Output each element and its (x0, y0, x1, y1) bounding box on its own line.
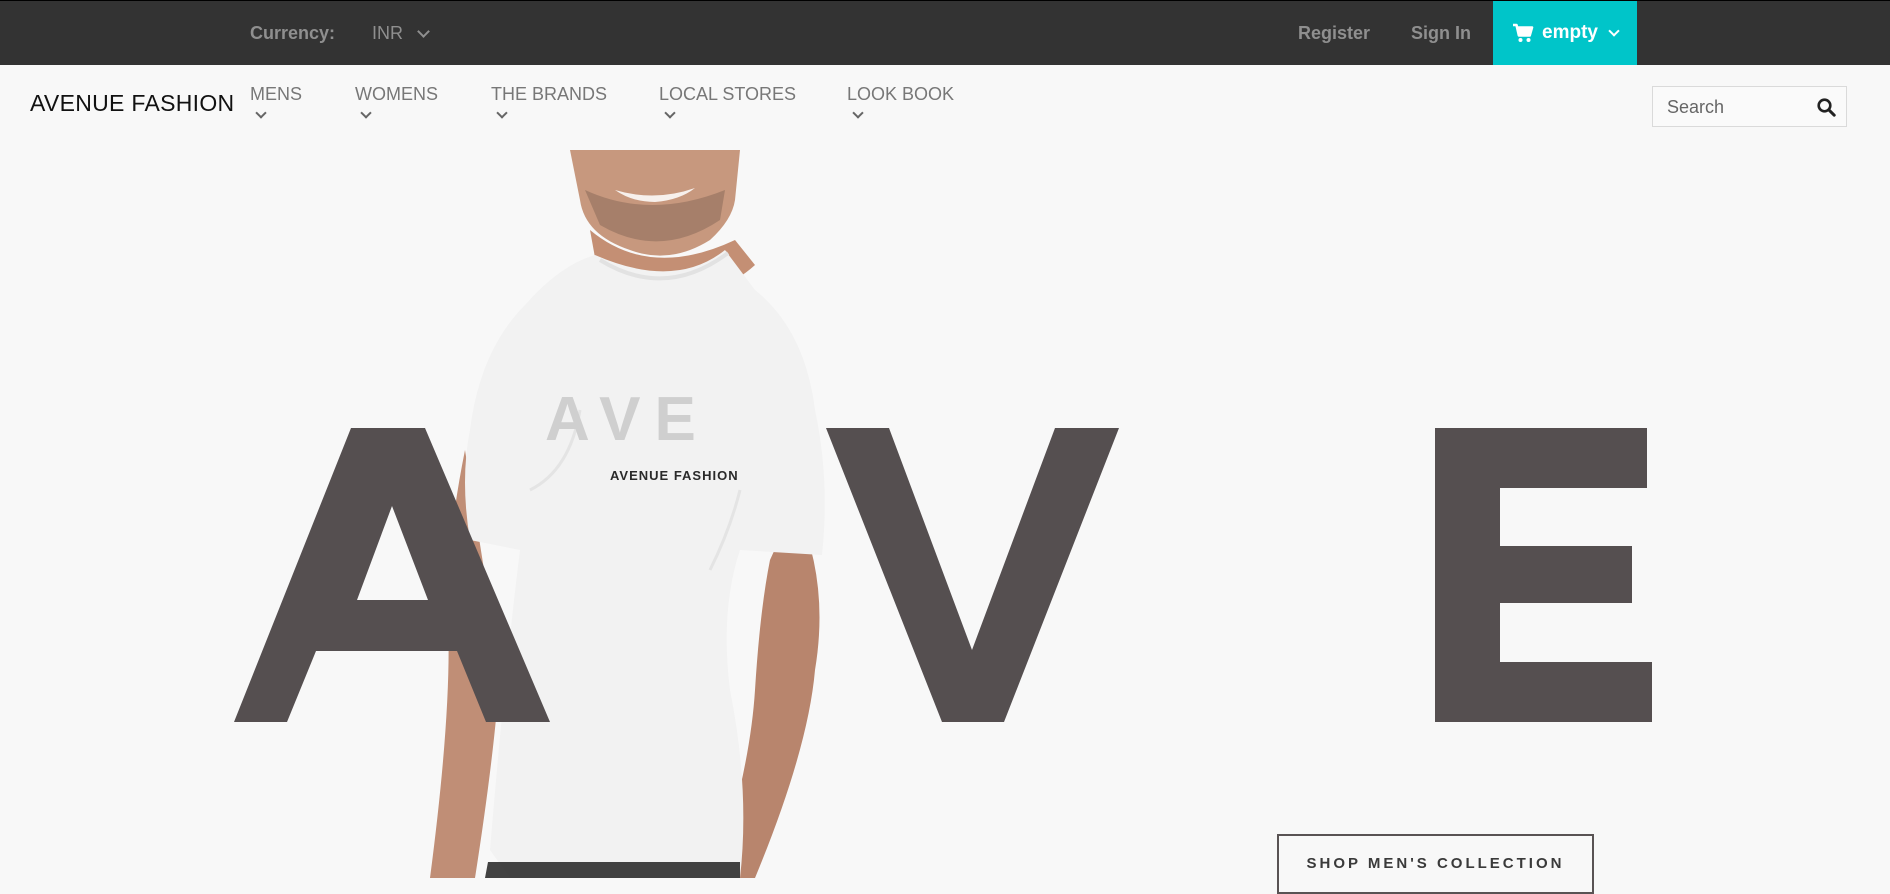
search-box (1652, 86, 1847, 128)
brand-logo[interactable]: AVENUE FASHION (30, 90, 234, 117)
sign-in-link[interactable]: Sign In (1411, 23, 1471, 44)
register-link[interactable]: Register (1298, 23, 1370, 44)
hero-model-image: AVE AVENUE FASHION (410, 150, 910, 878)
currency-select[interactable]: INR (372, 23, 430, 44)
chevron-down-icon (1608, 24, 1620, 37)
nav-item-label: LOOK BOOK (847, 84, 955, 104)
cart-icon (1513, 23, 1534, 42)
shirt-print-letters: AVE (545, 385, 710, 454)
chevron-down-icon (852, 107, 864, 119)
chevron-down-icon (360, 107, 372, 119)
chevron-down-icon (417, 24, 430, 38)
hero-letter-e (1435, 428, 1652, 722)
shop-mens-collection-button[interactable]: SHOP MEN'S COLLECTION (1277, 834, 1594, 894)
chevron-down-icon (496, 107, 508, 119)
search-input[interactable] (1653, 87, 1819, 128)
shirt-print-brand: AVENUE FASHION (610, 468, 739, 483)
nav-item-mens[interactable]: MENS (250, 84, 303, 119)
cart-button[interactable]: empty (1493, 1, 1637, 65)
search-icon[interactable] (1817, 98, 1836, 117)
hero-letters (234, 428, 1652, 722)
nav-item-look-book[interactable]: LOOK BOOK (847, 84, 955, 119)
cart-label: empty (1542, 22, 1598, 43)
currency-value: INR (372, 23, 403, 43)
nav-item-local-stores[interactable]: LOCAL STORES (659, 84, 797, 119)
nav-item-label: LOCAL STORES (659, 84, 797, 104)
currency-label: Currency: (250, 23, 336, 43)
chevron-down-icon (255, 107, 267, 119)
nav-item-label: WOMENS (355, 84, 438, 104)
nav-item-womens[interactable]: WOMENS (355, 84, 438, 119)
chevron-down-icon (664, 107, 676, 119)
nav-item-label: MENS (250, 84, 303, 104)
nav-item-the-brands[interactable]: THE BRANDS (491, 84, 608, 119)
top-bar: Currency: INR Register Sign In empty (0, 0, 1890, 65)
nav-item-label: THE BRANDS (491, 84, 608, 104)
